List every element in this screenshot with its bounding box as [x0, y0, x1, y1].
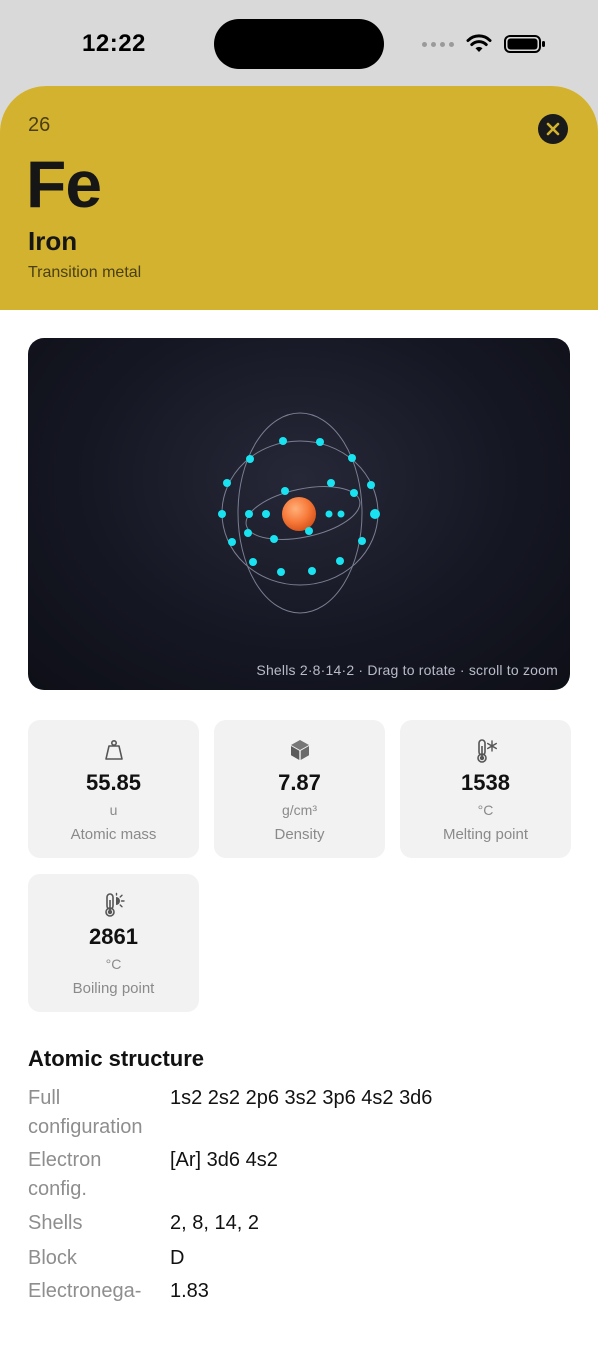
block-label: Block — [28, 1247, 77, 1269]
melting-point-unit: °C — [477, 802, 494, 818]
shells-label: Shells — [28, 1212, 83, 1234]
element-symbol: Fe — [26, 147, 102, 221]
atomic-mass-label: Atomic mass — [70, 826, 157, 843]
element-header: 26 Fe Iron Transition metal — [0, 86, 598, 310]
density-label: Density — [274, 826, 325, 843]
electron-config-value: [Ar] 3d6 4s2 — [170, 1149, 278, 1171]
nucleus — [282, 497, 316, 531]
dynamic-island — [214, 19, 384, 69]
thermometer-sun-icon — [104, 892, 125, 917]
electron-config-label: Electron config. — [28, 1149, 102, 1200]
density-value: 7.87 — [278, 770, 321, 795]
electron — [336, 557, 344, 565]
status-icons — [422, 34, 546, 54]
atomic-mass-value: 55.85 — [85, 770, 142, 795]
atom-3d-viewer[interactable]: Shells 2·8·14·2 · Drag to rotate · scrol… — [28, 338, 570, 690]
electron — [370, 509, 380, 519]
viewer-caption: Shells 2·8·14·2 · Drag to rotate · scrol… — [256, 662, 558, 678]
electron — [277, 568, 285, 576]
thermometer-snowflake-icon — [476, 739, 497, 763]
wifi-icon — [466, 34, 492, 52]
boiling-point-unit: °C — [105, 956, 122, 972]
electron — [325, 510, 333, 518]
battery-icon — [504, 35, 545, 53]
electron — [249, 558, 257, 566]
density-card: 7.87 g/cm³ Density — [214, 720, 385, 858]
electron — [244, 529, 252, 537]
close-icon — [546, 122, 560, 136]
electron — [246, 455, 254, 463]
atomic-mass-card: 55.85 u Atomic mass — [28, 720, 199, 858]
atomic-mass-unit: u — [109, 802, 118, 818]
density-unit: g/cm³ — [282, 802, 317, 818]
electron — [337, 510, 345, 518]
electron — [358, 537, 366, 545]
element-name: Iron — [28, 226, 78, 256]
signal-dots-icon — [422, 41, 454, 47]
electron — [308, 567, 316, 575]
electron — [262, 510, 270, 518]
shells-value: 2, 8, 14, 2 — [170, 1212, 259, 1234]
boiling-point-value: 2861 — [89, 924, 138, 949]
electron — [270, 535, 278, 543]
element-detail-sheet: 26 Fe Iron Transition metal Shells 2·8·1… — [0, 86, 598, 1346]
electron — [305, 527, 313, 535]
status-bar: 12:22 — [0, 0, 598, 86]
element-category: Transition metal — [28, 264, 142, 281]
melting-point-value: 1538 — [461, 770, 510, 795]
electronegativity-value: 1.83 — [170, 1280, 209, 1302]
weight-icon — [104, 739, 123, 760]
cube-icon — [290, 740, 309, 760]
atom-model — [218, 412, 380, 614]
electron — [279, 437, 287, 445]
electron — [223, 479, 231, 487]
electronegativity-label: Electronega- — [28, 1280, 142, 1302]
electron — [367, 481, 375, 489]
electron — [327, 479, 335, 487]
status-time: 12:22 — [82, 30, 146, 57]
boiling-point-label: Boiling point — [72, 980, 155, 997]
atomic-structure-title: Atomic structure — [28, 1046, 205, 1071]
full-configuration-value: 1s2 2s2 2p6 3s2 3p6 4s2 3d6 — [170, 1087, 433, 1109]
block-value: D — [170, 1247, 185, 1269]
boiling-point-card: 2861 °C Boiling point — [28, 874, 199, 1012]
melting-point-card: 1538 °C Melting point — [400, 720, 571, 858]
electron — [348, 454, 356, 462]
electron — [350, 489, 358, 497]
full-configuration-label: Full configuration — [28, 1087, 143, 1138]
electron — [228, 538, 236, 546]
melting-point-label: Melting point — [442, 826, 529, 843]
atomic-number: 26 — [28, 114, 51, 136]
electron — [316, 438, 324, 446]
close-button[interactable] — [538, 114, 568, 144]
electron — [281, 487, 289, 495]
electron — [218, 510, 226, 518]
electron — [245, 510, 253, 518]
